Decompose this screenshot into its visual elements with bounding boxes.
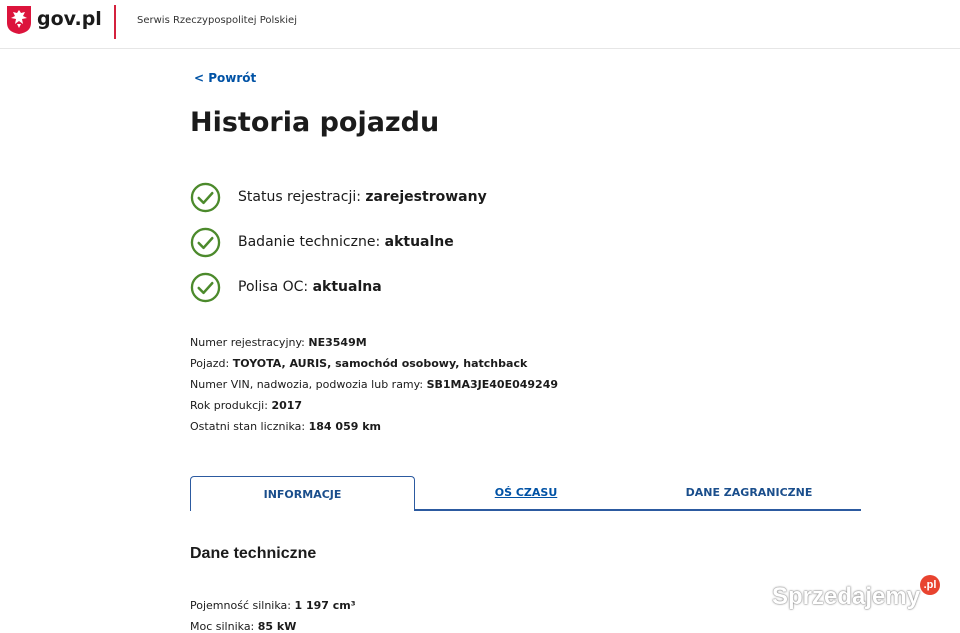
tab-informacje[interactable]: INFORMACJE <box>190 476 415 511</box>
status-inspection-row: Badanie techniczne: aktualne <box>190 226 454 258</box>
section-title-technical: Dane techniczne <box>190 545 317 562</box>
service-name: Serwis Rzeczypospolitej Polskiej <box>137 15 297 26</box>
status-registration-row: Status rejestracji: zarejestrowany <box>190 181 487 213</box>
top-header: gov.pl Serwis Rzeczypospolitej Polskiej <box>0 0 960 49</box>
check-circle-icon <box>190 227 221 257</box>
watermark-badge: .pl <box>920 575 940 595</box>
back-link[interactable]: < Powrót <box>194 71 256 85</box>
check-circle-icon <box>190 182 221 212</box>
registration-number-row: Numer rejestracyjny: NE3549M <box>190 336 367 349</box>
vehicle-row: Pojazd: TOYOTA, AURIS, samochód osobowy,… <box>190 357 528 370</box>
engine-capacity-row: Pojemność silnika: 1 197 cm³ <box>190 599 356 612</box>
polish-eagle-emblem-icon[interactable] <box>6 5 32 35</box>
tab-dane-zagraniczne[interactable]: DANE ZAGRANICZNE <box>637 476 861 509</box>
status-insurance-row: Polisa OC: aktualna <box>190 271 382 303</box>
odometer-row: Ostatni stan licznika: 184 059 km <box>190 420 381 433</box>
gov-pl-logo[interactable]: gov.pl <box>37 8 102 30</box>
production-year-row: Rok produkcji: 2017 <box>190 399 303 412</box>
status-insurance-text: Polisa OC: aktualna <box>238 279 382 295</box>
page-title: Historia pojazdu <box>190 107 440 138</box>
engine-power-row: Moc silnika: 85 kW <box>190 620 297 633</box>
tabs-bar: INFORMACJE OŚ CZASU DANE ZAGRANICZNE <box>190 476 861 511</box>
status-inspection-text: Badanie techniczne: aktualne <box>238 234 454 250</box>
watermark-text: Sprzedajemy <box>772 583 921 610</box>
watermark-logo: Sprzedajemy .pl <box>772 575 952 625</box>
header-divider <box>114 5 116 39</box>
check-circle-icon <box>190 272 221 302</box>
status-registration-text: Status rejestracji: zarejestrowany <box>238 189 487 205</box>
vin-row: Numer VIN, nadwozia, podwozia lub ramy: … <box>190 378 559 391</box>
tab-os-czasu[interactable]: OŚ CZASU <box>415 476 637 509</box>
